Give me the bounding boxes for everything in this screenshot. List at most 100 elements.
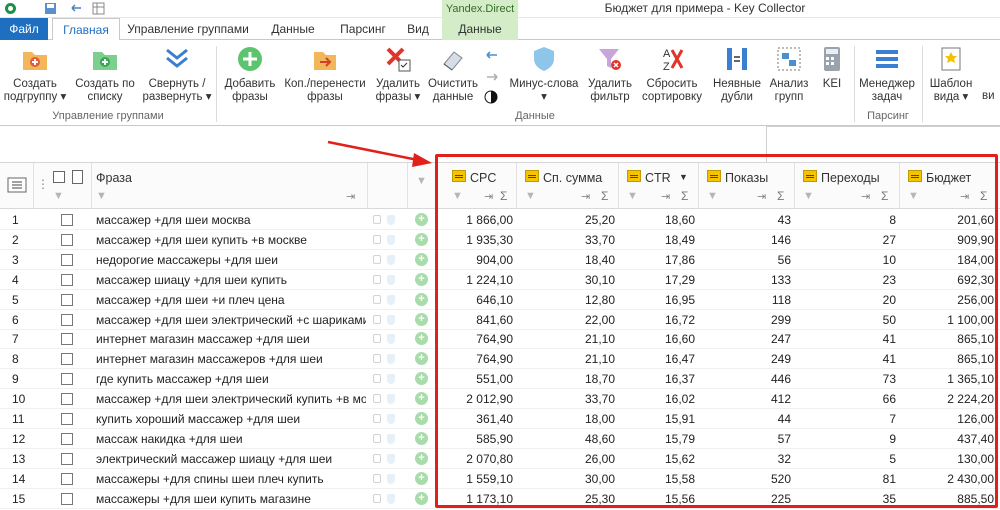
clicks-cell[interactable]: 27 <box>795 233 896 247</box>
add-icon[interactable]: + <box>415 292 428 306</box>
phrase-cell[interactable]: массажеры +для спины шеи плеч купить <box>96 472 366 486</box>
create-by-list-button[interactable]: Создать по списку <box>72 44 138 104</box>
shows-cell[interactable]: 146 <box>699 233 791 247</box>
pin-icon[interactable]: ⇥ <box>757 190 766 203</box>
header-sum[interactable]: Сп. сумма ▼ ⇥ Σ <box>517 163 619 209</box>
lock-icon[interactable] <box>373 414 381 423</box>
table-row[interactable]: 8 интернет магазин массажеров +для шеи +76… <box>0 349 1000 370</box>
add-icon[interactable]: + <box>415 252 428 266</box>
shows-cell[interactable]: 133 <box>699 273 791 287</box>
shield-icon[interactable] <box>387 274 395 285</box>
tab-parsing[interactable]: Парсинг <box>332 18 394 40</box>
filter-icon[interactable]: ▼ <box>908 190 919 202</box>
row-checkbox[interactable] <box>61 472 73 485</box>
add-icon[interactable]: + <box>415 272 428 286</box>
budget-cell[interactable]: 437,40 <box>900 432 994 446</box>
quick-save-icon[interactable] <box>44 2 57 15</box>
add-icon[interactable]: + <box>415 491 428 505</box>
clicks-cell[interactable]: 9 <box>795 432 896 446</box>
table-row[interactable]: 7 интернет магазин массажер +для шеи +764,… <box>0 329 1000 350</box>
filter-icon[interactable]: ▼ <box>707 190 718 202</box>
sum-cell[interactable]: 48,60 <box>517 432 615 446</box>
shield-icon[interactable] <box>387 294 395 305</box>
table-row[interactable]: 5 массажер +для шеи +и плеч цена +646,10 12… <box>0 290 1000 310</box>
budget-cell[interactable]: 256,00 <box>900 293 994 307</box>
ctr-cell[interactable]: 16,60 <box>619 332 695 346</box>
cpc-cell[interactable]: 1 224,10 <box>444 273 513 287</box>
budget-cell[interactable]: 2 430,00 <box>900 472 994 486</box>
copy-move-phrases-button[interactable]: Коп./перенести фразы <box>282 44 368 104</box>
add-icon[interactable]: + <box>415 431 428 445</box>
budget-cell[interactable]: 885,50 <box>900 492 994 506</box>
row-checkbox[interactable] <box>61 273 73 286</box>
lock-icon[interactable] <box>373 215 381 224</box>
clicks-cell[interactable]: 81 <box>795 472 896 486</box>
shows-cell[interactable]: 446 <box>699 372 791 386</box>
row-checkbox[interactable] <box>61 373 73 386</box>
header-budget[interactable]: Бюджет ▼ ⇥ Σ <box>900 163 1000 209</box>
redo-icon[interactable] <box>484 70 500 84</box>
phrase-cell[interactable]: где купить массажер +для шеи <box>96 372 366 386</box>
phrase-cell[interactable]: массажер +для шеи +и плеч цена <box>96 293 366 307</box>
view-cut-button[interactable]: ви <box>982 90 1000 103</box>
cpc-cell[interactable]: 764,90 <box>444 332 513 346</box>
lock-icon[interactable] <box>373 493 381 503</box>
lock-icon[interactable] <box>373 294 381 304</box>
add-icon[interactable]: + <box>415 332 428 346</box>
cpc-cell[interactable]: 646,10 <box>444 293 513 307</box>
add-icon[interactable]: + <box>415 392 428 406</box>
budget-cell[interactable]: 865,10 <box>900 352 994 366</box>
sum-icon[interactable]: Σ <box>681 189 688 203</box>
table-row[interactable]: 11 купить хороший массажер +для шеи +361,4… <box>0 409 1000 429</box>
quick-table-icon[interactable] <box>92 2 105 15</box>
filter-icon[interactable]: ▼ <box>627 190 638 202</box>
sort-desc-icon[interactable]: ▼ <box>679 172 688 182</box>
shows-cell[interactable]: 247 <box>699 332 791 346</box>
shield-icon[interactable] <box>387 414 395 424</box>
clicks-cell[interactable]: 41 <box>795 332 896 346</box>
lock-icon[interactable] <box>373 234 381 244</box>
clicks-cell[interactable]: 23 <box>795 273 896 287</box>
clicks-cell[interactable]: 73 <box>795 372 896 386</box>
row-checkbox[interactable] <box>61 353 73 366</box>
ctr-cell[interactable]: 15,58 <box>619 472 695 486</box>
clicks-cell[interactable]: 10 <box>795 253 896 267</box>
ctr-cell[interactable]: 18,60 <box>619 213 695 227</box>
clicks-cell[interactable]: 66 <box>795 392 896 406</box>
delete-phrases-button[interactable]: Удалить фразы ▾ <box>372 44 424 104</box>
sum-cell[interactable]: 30,10 <box>517 273 615 287</box>
shows-cell[interactable]: 249 <box>699 352 791 366</box>
cpc-cell[interactable]: 841,60 <box>444 313 513 327</box>
kei-button[interactable]: KEI <box>814 44 850 91</box>
ctr-cell[interactable]: 16,72 <box>619 313 695 327</box>
shield-icon[interactable] <box>387 453 395 464</box>
clicks-cell[interactable]: 7 <box>795 412 896 426</box>
sum-cell[interactable]: 21,10 <box>517 352 615 366</box>
lock-icon[interactable] <box>373 354 381 364</box>
lock-icon[interactable] <box>373 433 381 443</box>
tab-file[interactable]: Файл <box>0 18 48 40</box>
header-ctr[interactable]: CTR ▼ ▼ ⇥ Σ <box>619 163 699 209</box>
task-manager-button[interactable]: Менеджер задач <box>856 44 918 104</box>
phrase-cell[interactable]: массажер +для шеи электрический купить +… <box>96 392 366 406</box>
quick-undo-icon[interactable] <box>70 2 83 15</box>
shows-cell[interactable]: 299 <box>699 313 791 327</box>
ctr-cell[interactable]: 18,49 <box>619 233 695 247</box>
ctr-cell[interactable]: 15,62 <box>619 452 695 466</box>
phrase-cell[interactable]: массажеры +для шеи купить магазине <box>96 492 366 506</box>
table-row[interactable]: 6 массажер +для шеи электрический +с шари… <box>0 310 1000 330</box>
header-clicks[interactable]: Переходы ▼ ⇥ Σ <box>795 163 900 209</box>
budget-cell[interactable]: 865,10 <box>900 332 994 346</box>
group-analysis-button[interactable]: Анализ групп <box>766 44 812 104</box>
header-shows[interactable]: Показы ▼ ⇥ Σ <box>699 163 795 209</box>
filter-icon[interactable]: ▼ <box>53 190 64 202</box>
sum-cell[interactable]: 18,70 <box>517 372 615 386</box>
shield-icon[interactable] <box>387 314 395 325</box>
row-checkbox[interactable] <box>61 413 73 425</box>
pin-icon[interactable]: ⇥ <box>661 190 670 203</box>
shield-icon[interactable] <box>387 254 395 265</box>
remove-filter-button[interactable]: Удалить фильтр <box>584 44 636 104</box>
shows-cell[interactable]: 412 <box>699 392 791 406</box>
collapse-expand-button[interactable]: Свернуть / развернуть ▾ <box>142 44 212 104</box>
ctr-cell[interactable]: 16,47 <box>619 352 695 366</box>
